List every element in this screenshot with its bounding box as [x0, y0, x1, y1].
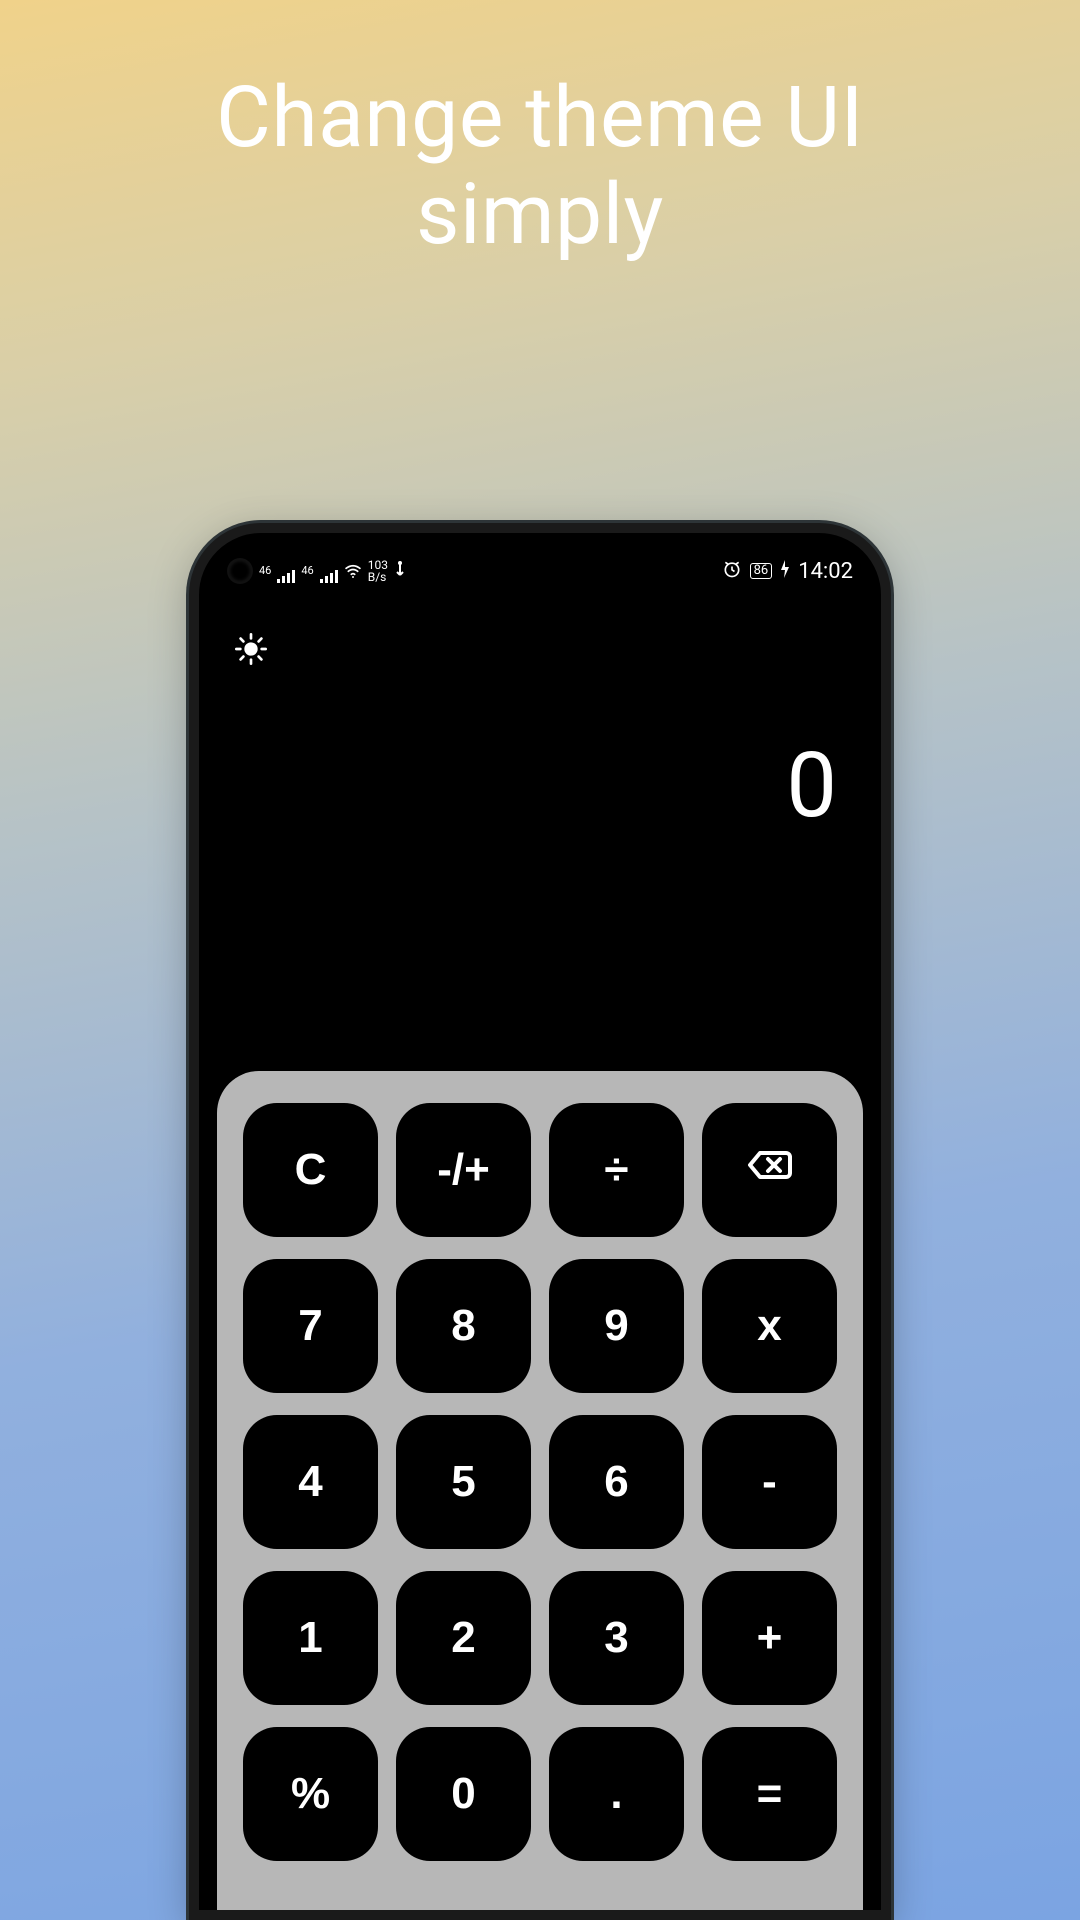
- network-speed: 103 B/s: [368, 559, 388, 583]
- subtract-button[interactable]: -: [702, 1415, 837, 1549]
- power-button: [890, 1073, 891, 1163]
- digit-1-button[interactable]: 1: [243, 1571, 378, 1705]
- signal-bars-icon: [277, 569, 295, 583]
- decimal-button[interactable]: .: [549, 1727, 684, 1861]
- calculator-display: 0: [786, 733, 837, 838]
- charging-icon: [780, 559, 790, 583]
- digit-6-button[interactable]: 6: [549, 1415, 684, 1549]
- signal-bars-icon: [320, 569, 338, 583]
- alarm-icon: [722, 559, 742, 584]
- calculator-keypad: C -/+ ÷ 7 8 9 x 4 5 6 - 1 2 3 + % 0 . =: [217, 1071, 863, 1910]
- digit-7-button[interactable]: 7: [243, 1259, 378, 1393]
- digit-9-button[interactable]: 9: [549, 1259, 684, 1393]
- equals-button[interactable]: =: [702, 1727, 837, 1861]
- clear-button[interactable]: C: [243, 1103, 378, 1237]
- backspace-icon: [746, 1141, 794, 1200]
- status-bar: 46 46 103 B/s 86 14:02: [199, 551, 881, 591]
- backspace-button[interactable]: [702, 1103, 837, 1237]
- digit-4-button[interactable]: 4: [243, 1415, 378, 1549]
- hero-title-line1: Change theme UI: [216, 68, 864, 167]
- digit-5-button[interactable]: 5: [396, 1415, 531, 1549]
- phone-mockup: 46 46 103 B/s 86 14:02: [189, 523, 891, 1920]
- sun-icon: [235, 633, 267, 668]
- divide-button[interactable]: ÷: [549, 1103, 684, 1237]
- network-label-2: 46: [301, 564, 313, 577]
- battery-level: 86: [750, 563, 773, 579]
- negate-button[interactable]: -/+: [396, 1103, 531, 1237]
- network-label-1: 46: [259, 564, 271, 577]
- speed-bottom: B/s: [368, 571, 388, 583]
- status-time: 14:02: [798, 559, 853, 584]
- percent-button[interactable]: %: [243, 1727, 378, 1861]
- camera-hole: [229, 560, 251, 582]
- status-bar-left: 46 46 103 B/s: [259, 559, 406, 583]
- digit-3-button[interactable]: 3: [549, 1571, 684, 1705]
- wifi-icon: [344, 559, 362, 583]
- hero-title: Change theme UI simply: [216, 70, 864, 263]
- digit-8-button[interactable]: 8: [396, 1259, 531, 1393]
- volume-button: [890, 903, 891, 1033]
- digit-0-button[interactable]: 0: [396, 1727, 531, 1861]
- multiply-button[interactable]: x: [702, 1259, 837, 1393]
- add-button[interactable]: +: [702, 1571, 837, 1705]
- usb-icon: [394, 559, 406, 583]
- digit-2-button[interactable]: 2: [396, 1571, 531, 1705]
- hero-title-line2: simply: [416, 165, 664, 264]
- theme-toggle-button[interactable]: [229, 628, 273, 672]
- status-bar-right: 86 14:02: [722, 559, 853, 584]
